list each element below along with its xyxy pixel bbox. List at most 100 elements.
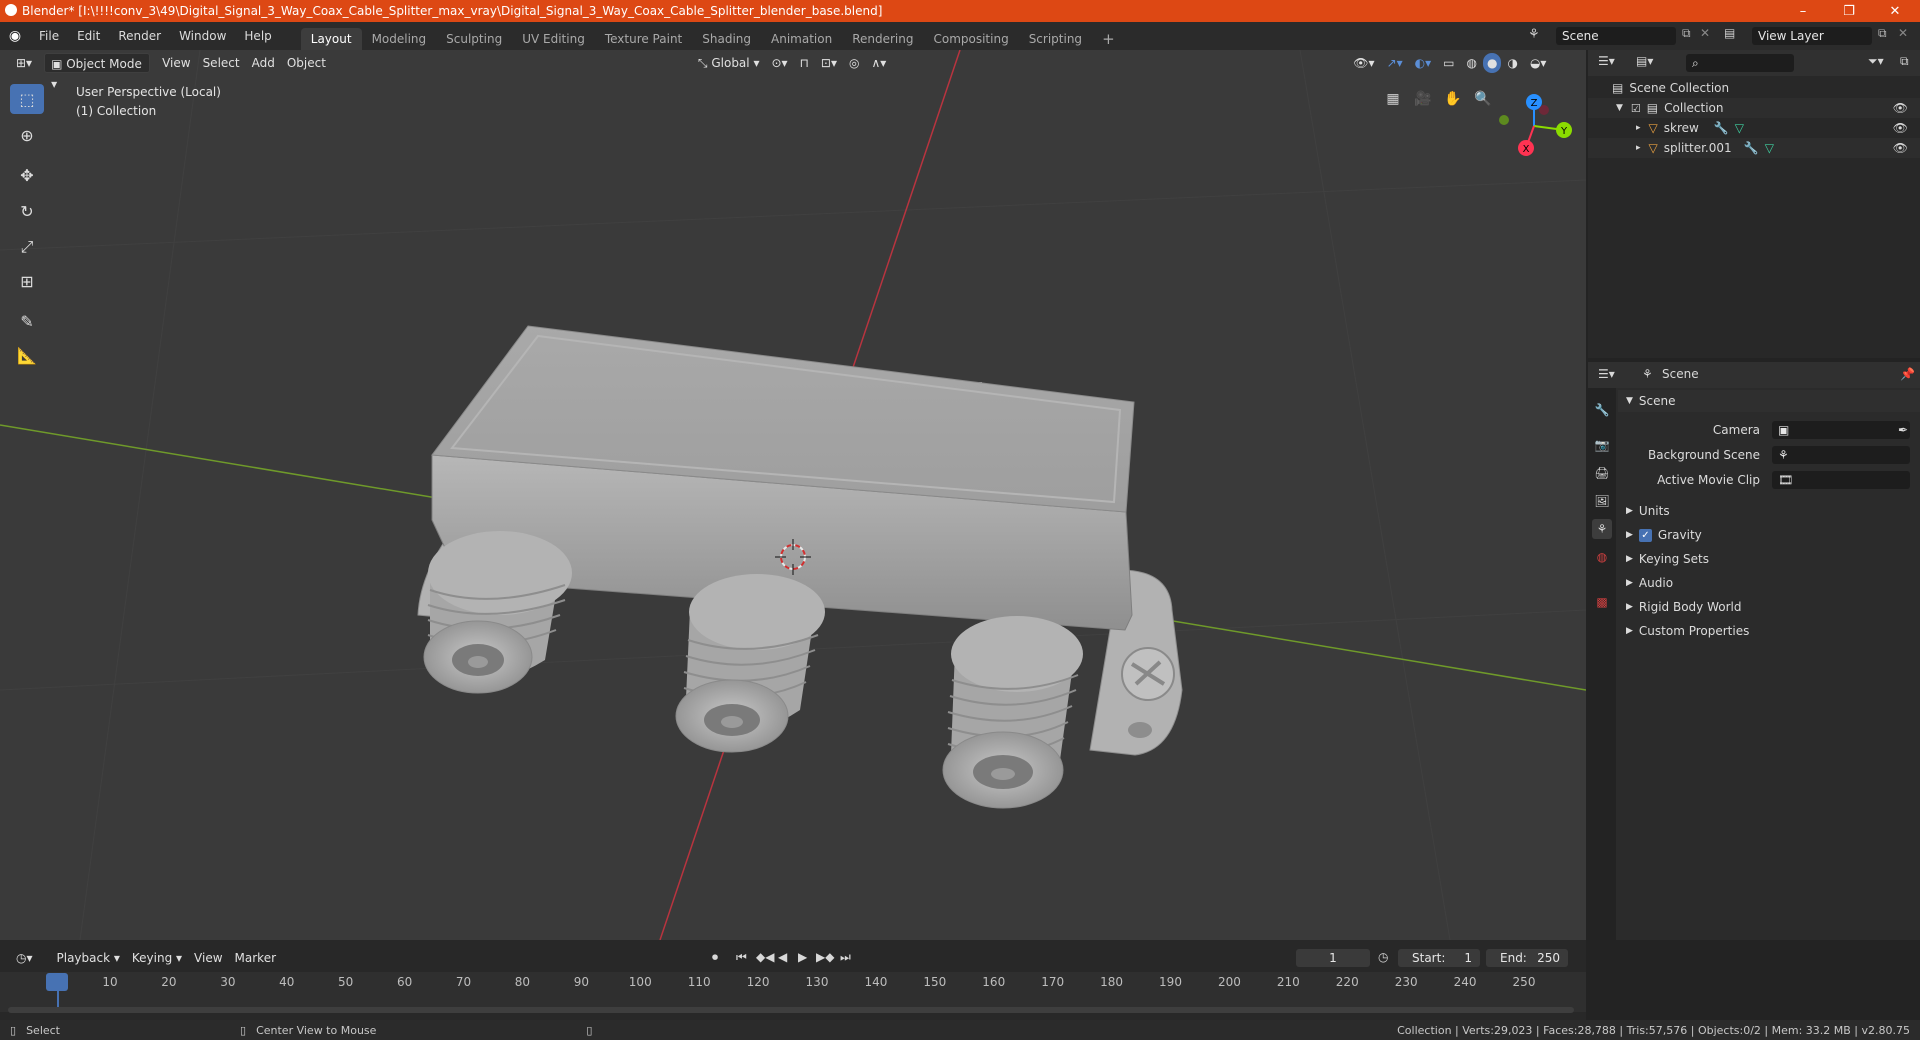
outliner-search[interactable]: ⌕ (1686, 54, 1794, 72)
close-window-button[interactable]: ✕ (1872, 0, 1918, 22)
new-view-layer-icon[interactable]: ⧉ (1878, 26, 1887, 41)
menu-window[interactable]: Window (170, 22, 235, 50)
pan-hand-icon[interactable]: ✋ (1440, 86, 1466, 112)
start-frame-field[interactable]: Start: 1 (1398, 949, 1480, 967)
keying-menu[interactable]: Keying ▾ (126, 948, 188, 968)
collection-checkbox[interactable]: ☑ (1631, 102, 1641, 115)
units-panel-header[interactable]: ▶ Units (1618, 500, 1920, 522)
menu-render[interactable]: Render (109, 22, 170, 50)
render-tab-icon[interactable]: 📷 (1592, 435, 1612, 455)
view-layer-selector[interactable]: View Layer (1752, 27, 1872, 45)
proportional-edit-icon[interactable]: ◎ (843, 53, 865, 73)
gravity-checkbox[interactable]: ✓ (1638, 528, 1652, 542)
xray-icon[interactable]: ▭ (1437, 53, 1460, 73)
world-tab-icon[interactable]: ◍ (1592, 547, 1612, 567)
pin-icon[interactable]: 📌 (1900, 367, 1915, 381)
eyedropper-icon[interactable]: ✒ (1898, 423, 1908, 437)
add-workspace-button[interactable]: + (1092, 28, 1125, 50)
timeline-editor-icon[interactable]: ◷▾ (10, 948, 39, 968)
play-icon[interactable]: ▶ (798, 950, 807, 964)
move-tool[interactable]: ✥ (10, 160, 44, 190)
scene-selector[interactable]: Scene (1556, 27, 1676, 45)
current-frame-field[interactable]: 1 (1296, 949, 1370, 967)
delete-scene-icon[interactable]: ✕ (1700, 26, 1710, 40)
scene-collection-row[interactable]: ▤ Scene Collection (1588, 78, 1920, 98)
background-scene-field[interactable]: ⚘ (1772, 446, 1910, 464)
texture-tab-icon[interactable]: ▩ (1592, 592, 1612, 612)
pivot-point-icon[interactable]: ⊙▾ (765, 53, 793, 73)
active-movie-clip-field[interactable]: 🎞 (1772, 471, 1910, 489)
tab-modeling[interactable]: Modeling (362, 28, 437, 50)
maximize-button[interactable]: ❐ (1826, 0, 1872, 22)
next-keyframe-icon[interactable]: ▶◆ (816, 950, 834, 964)
menu-view[interactable]: View (156, 53, 196, 73)
solid-shading-icon[interactable]: ● (1482, 53, 1502, 73)
jump-end-icon[interactable]: ⏭ (840, 950, 851, 965)
view-layer-tab-icon[interactable]: 🖼 (1592, 491, 1612, 511)
output-tab-icon[interactable]: 🖨 (1592, 463, 1612, 483)
navigation-gizmo[interactable]: Z Y X (1494, 82, 1574, 162)
filter-icon[interactable]: ⏷▾ (1868, 54, 1884, 69)
timeline-view-menu[interactable]: View (188, 948, 228, 968)
new-scene-icon[interactable]: ⧉ (1682, 26, 1691, 41)
tool-tab-icon[interactable]: 🔧 (1592, 400, 1612, 420)
transform-orientation-selector[interactable]: ⤡ Global ▾ (692, 53, 766, 73)
wireframe-shading-icon[interactable]: ◍ (1460, 53, 1482, 73)
scene-tab-icon[interactable]: ⚘ (1592, 519, 1612, 539)
gizmo-toggle-icon[interactable]: ↗▾ (1381, 53, 1409, 73)
editor-type-icon[interactable]: ⊞▾ (10, 53, 38, 73)
collection-row[interactable]: ▼ ☑ ▤ Collection 👁 (1588, 98, 1920, 118)
proportional-falloff-icon[interactable]: ∧▾ (865, 53, 892, 73)
zoom-icon[interactable]: 🔍 (1470, 86, 1496, 112)
keying-sets-panel-header[interactable]: ▶ Keying Sets (1618, 548, 1920, 570)
playback-menu[interactable]: Playback ▾ (51, 948, 126, 968)
snap-icon[interactable]: ⊓ (794, 53, 815, 73)
scale-tool[interactable]: ⤢ (10, 232, 44, 262)
scene-type-icon[interactable]: ⚘ (1528, 27, 1540, 42)
tab-uv-editing[interactable]: UV Editing (512, 28, 595, 50)
marker-menu[interactable]: Marker (229, 948, 282, 968)
select-box-tool[interactable]: ⬚ (10, 84, 44, 114)
blender-menu-icon[interactable]: ◉ (0, 28, 30, 44)
transform-tool[interactable]: ⊞ (10, 266, 44, 296)
clock-icon[interactable]: ◷ (1378, 950, 1388, 964)
tab-shading[interactable]: Shading (692, 28, 761, 50)
record-icon[interactable]: ⏺ (712, 950, 718, 965)
playhead[interactable] (46, 973, 68, 991)
end-frame-field[interactable]: End: 250 (1486, 949, 1568, 967)
measure-tool[interactable]: 📐 (10, 340, 44, 370)
display-mode-icon[interactable]: ▤▾ (1636, 54, 1653, 68)
snap-target-icon[interactable]: ⊡▾ (815, 53, 843, 73)
delete-view-layer-icon[interactable]: ✕ (1898, 26, 1908, 40)
tab-layout[interactable]: Layout (300, 28, 362, 50)
expand-arrow-icon[interactable]: ▸ (1636, 143, 1641, 153)
3d-viewport[interactable] (0, 50, 1586, 940)
scene-panel-header[interactable]: ▼ Scene (1618, 390, 1920, 412)
menu-select[interactable]: Select (197, 53, 246, 73)
object-row-skrew[interactable]: ▸ ▽ skrew 🔧 ▽ 👁 (1588, 118, 1920, 138)
camera-field[interactable]: ▣ (1772, 421, 1910, 439)
menu-add[interactable]: Add (246, 53, 281, 73)
object-row-splitter[interactable]: ▸ ▽ splitter.001 🔧 ▽ 👁 (1588, 138, 1920, 158)
custom-properties-panel-header[interactable]: ▶ Custom Properties (1618, 620, 1920, 642)
rigid-body-world-panel-header[interactable]: ▶ Rigid Body World (1618, 596, 1920, 618)
properties-editor-icon[interactable]: ☰▾ (1598, 367, 1615, 381)
play-reverse-icon[interactable]: ◀ (778, 950, 787, 964)
audio-panel-header[interactable]: ▶ Audio (1618, 572, 1920, 594)
expand-arrow-icon[interactable]: ▸ (1636, 123, 1641, 133)
menu-edit[interactable]: Edit (68, 22, 109, 50)
cursor-tool[interactable]: ⊕ (10, 120, 44, 150)
timeline-scrollbar[interactable] (8, 1007, 1574, 1013)
splitter-eye-icon[interactable]: 👁 (1893, 141, 1908, 155)
menu-file[interactable]: File (30, 22, 68, 50)
tab-sculpting[interactable]: Sculpting (436, 28, 512, 50)
new-collection-icon[interactable]: ⧉ (1900, 54, 1909, 69)
tab-texture-paint[interactable]: Texture Paint (595, 28, 692, 50)
collection-eye-icon[interactable]: 👁 (1893, 101, 1908, 115)
collapse-arrow-icon[interactable]: ▼ (1616, 103, 1623, 113)
grid-view-icon[interactable]: ▦ (1380, 86, 1406, 112)
annotate-tool[interactable]: ✎ (10, 306, 44, 336)
mode-selector[interactable]: ▣ Object Mode ▾ (44, 53, 151, 91)
gravity-panel-header[interactable]: ▶ ✓ Gravity (1618, 524, 1920, 546)
tab-scripting[interactable]: Scripting (1019, 28, 1092, 50)
